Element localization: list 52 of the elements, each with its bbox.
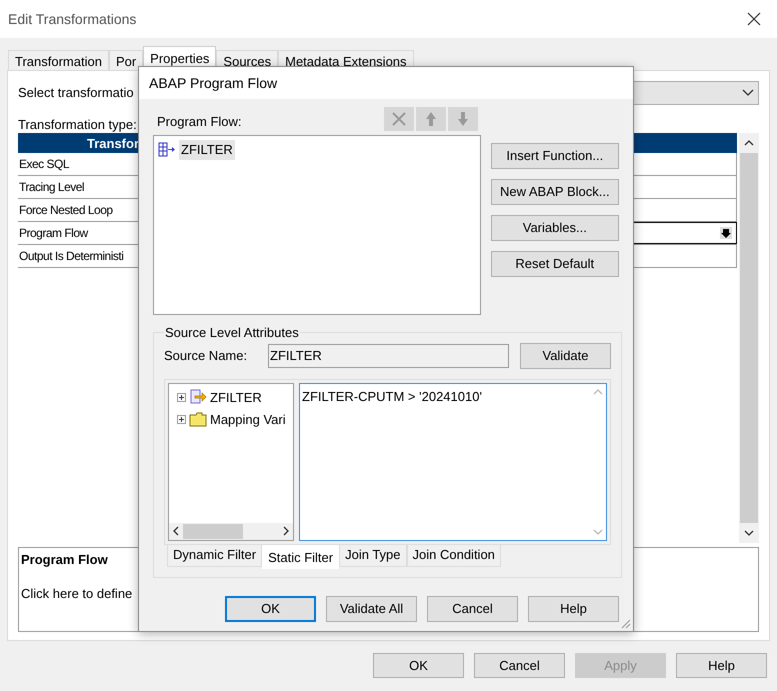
table-arrow-icon (158, 142, 176, 158)
side-button[interactable]: Reset Default (490, 251, 619, 277)
type-label: Transformation type: (18, 116, 137, 133)
delete-icon (390, 111, 407, 127)
arrow-down-icon (456, 111, 469, 127)
table-cell-text: Tracing Level (18, 179, 86, 196)
resize-grip-icon[interactable] (621, 619, 631, 629)
table-cell-text: Force Nested Loop (18, 202, 114, 219)
side-button[interactable]: Insert Function... (490, 143, 619, 169)
description-text: Click here to define (21, 584, 132, 602)
tab[interactable]: Transformation (8, 50, 109, 70)
scrollbar[interactable] (739, 133, 759, 543)
horizontal-scrollbar[interactable] (169, 522, 293, 540)
dialog-button[interactable]: OK (373, 653, 464, 678)
side-button[interactable]: Variables... (490, 215, 619, 241)
filter-tab[interactable]: Join Condition (406, 544, 501, 566)
filter-tab[interactable]: Static Filter (262, 544, 340, 568)
tree-item[interactable]: ZFILTER (210, 388, 262, 407)
chevron-down-icon (742, 89, 754, 97)
expand-icon[interactable] (177, 415, 186, 424)
description-title: Program Flow (21, 551, 108, 569)
dialog-button[interactable]: Validate All (326, 596, 417, 622)
folder-icon (189, 412, 207, 428)
validate-button[interactable]: Validate (520, 342, 611, 368)
dropdown-icon[interactable] (720, 227, 732, 239)
arrow-up-icon (424, 111, 437, 127)
program-flow-label: Program Flow: (156, 112, 242, 131)
dialog-button[interactable]: OK (225, 596, 316, 622)
dialog-button[interactable]: Help (676, 653, 767, 678)
flow-item[interactable]: ZFILTER (179, 140, 235, 160)
tree-item[interactable]: Mapping Vari (210, 410, 286, 430)
table-cell-text: Output Is Deterministi (18, 248, 124, 265)
source-tree[interactable]: ZFILTER Mapping Vari (168, 382, 294, 540)
tab[interactable]: Por (108, 50, 144, 70)
source-name-label: Source Name: (164, 346, 248, 365)
source-name-field[interactable]: ZFILTER (268, 344, 509, 368)
group-title: Source Level Attributes (164, 324, 300, 342)
dialog-title: ABAP Program Flow (149, 74, 278, 93)
expand-icon[interactable] (177, 392, 186, 402)
table-cell-text: Program Flow (18, 225, 90, 242)
select-label: Select transformatio (18, 84, 135, 102)
dialog-button[interactable]: Cancel (474, 653, 565, 678)
table-arrow-icon (189, 389, 207, 406)
dialog-button[interactable]: Help (528, 596, 619, 622)
program-flow-list[interactable]: ZFILTER (153, 135, 481, 315)
dialog-button[interactable]: Cancel (427, 596, 518, 622)
side-button[interactable]: New ABAP Block... (490, 179, 619, 205)
window-title: Edit Transformations (8, 10, 136, 28)
close-icon[interactable] (747, 12, 761, 26)
filter-tab[interactable]: Join Type (339, 544, 407, 566)
table-cell-text: Exec SQL (18, 156, 70, 173)
column-header: Transfor (86, 135, 140, 152)
